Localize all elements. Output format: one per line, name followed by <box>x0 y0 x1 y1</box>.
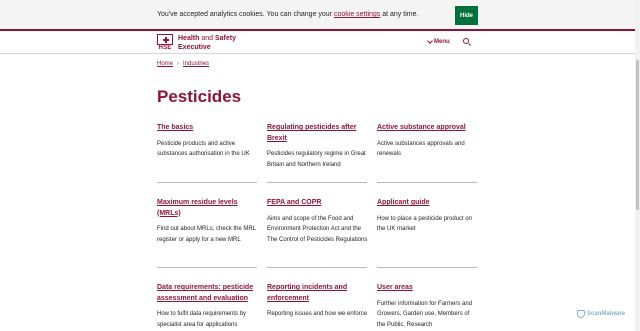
card-divider <box>267 267 367 268</box>
breadcrumb: Home › Industries <box>157 61 209 67</box>
card-description: How to place a pesticide product on the … <box>377 215 473 233</box>
card-fepa-and-copr: FEPA and COPR Aims and scope of the Food… <box>267 198 368 245</box>
card-link-regulating-after-brexit[interactable]: Regulating pesticides after Brexit <box>267 123 368 144</box>
breadcrumb-separator: › <box>177 61 180 67</box>
brand-name[interactable]: Health and Safety Executive <box>178 34 236 52</box>
cookie-banner: You've accepted analytics cookies. You c… <box>0 0 640 31</box>
cookie-message: You've accepted analytics cookies. You c… <box>157 11 418 18</box>
page-title: Pesticides <box>157 87 242 106</box>
page-scrollbar[interactable] <box>635 0 640 331</box>
cookie-text-after: at any time. <box>380 11 419 18</box>
breadcrumb-industries[interactable]: Industries <box>183 61 209 67</box>
brand-word-executive: Executive <box>178 44 211 51</box>
brand-word-and: and <box>199 35 215 42</box>
card-description: Further information for Farmers and Grow… <box>377 300 473 328</box>
breadcrumb-home[interactable]: Home <box>157 61 173 67</box>
watermark-text: ScanMalware <box>587 311 626 317</box>
scrollbar-thumb[interactable] <box>636 60 639 210</box>
card-link-reporting-incidents[interactable]: Reporting incidents and enforcement <box>267 283 368 304</box>
cross-icon <box>163 37 169 43</box>
card-maximum-residue-levels: Maximum residue levels (MRLs) Find out a… <box>157 198 258 245</box>
card-data-requirements: Data requirements: pesticide assessment … <box>157 283 258 330</box>
card-reporting-incidents: Reporting incidents and enforcement Repo… <box>267 283 368 320</box>
logo-frame <box>157 34 173 45</box>
card-link-fepa-and-copr[interactable]: FEPA and COPR <box>267 198 368 209</box>
header-divider <box>0 53 640 54</box>
card-divider <box>377 182 477 183</box>
hse-logo[interactable]: HSE <box>157 34 173 51</box>
cookie-settings-link[interactable]: cookie settings <box>334 11 380 18</box>
shield-icon <box>577 310 585 318</box>
card-description: How to fulfil data requirements by speci… <box>157 311 247 328</box>
card-user-areas: User areas Further information for Farme… <box>377 283 478 330</box>
card-divider <box>157 182 257 183</box>
hide-cookie-banner-button[interactable]: Hide <box>455 6 478 25</box>
card-applicant-guide: Applicant guide How to place a pesticide… <box>377 198 478 235</box>
card-link-maximum-residue-levels[interactable]: Maximum residue levels (MRLs) <box>157 198 258 219</box>
card-link-the-basics[interactable]: The basics <box>157 123 258 134</box>
card-link-data-requirements[interactable]: Data requirements: pesticide assessment … <box>157 283 258 304</box>
card-link-user-areas[interactable]: User areas <box>377 283 478 294</box>
card-description: Pesticide products and active substances… <box>157 140 250 158</box>
cookie-text-before: You've accepted analytics cookies. You c… <box>157 11 334 18</box>
menu-button[interactable]: Menu <box>427 38 450 45</box>
card-regulating-after-brexit: Regulating pesticides after Brexit Pesti… <box>267 123 368 170</box>
card-description: Find out about MRLs, check the MRL regis… <box>157 226 256 243</box>
logo-text: HSE <box>158 45 172 51</box>
search-icon-handle <box>467 43 472 47</box>
menu-label: Menu <box>434 39 450 45</box>
card-active-substance-approval: Active substance approval Active substan… <box>377 123 478 160</box>
card-link-active-substance-approval[interactable]: Active substance approval <box>377 123 478 134</box>
card-description: Reporting issues and how we enforce <box>267 311 368 317</box>
scanmalware-watermark: ScanMalware <box>577 310 625 318</box>
chevron-down-icon <box>427 38 433 44</box>
card-divider <box>157 267 257 268</box>
brand-word-health: Health <box>178 35 200 42</box>
card-the-basics: The basics Pesticide products and active… <box>157 123 258 160</box>
card-divider <box>377 267 477 268</box>
card-divider <box>267 182 367 183</box>
search-icon[interactable] <box>463 38 472 47</box>
card-description: Active substances approvals and renewals <box>377 140 465 158</box>
card-description: Pesticides regulatory regime in Great Br… <box>267 151 366 168</box>
card-description: Aims and scope of the Food and Environme… <box>267 215 368 243</box>
card-link-applicant-guide[interactable]: Applicant guide <box>377 198 478 209</box>
brand-word-safety: Safety <box>214 35 236 42</box>
site-header: HSE Health and Safety Executive Menu <box>0 33 640 53</box>
